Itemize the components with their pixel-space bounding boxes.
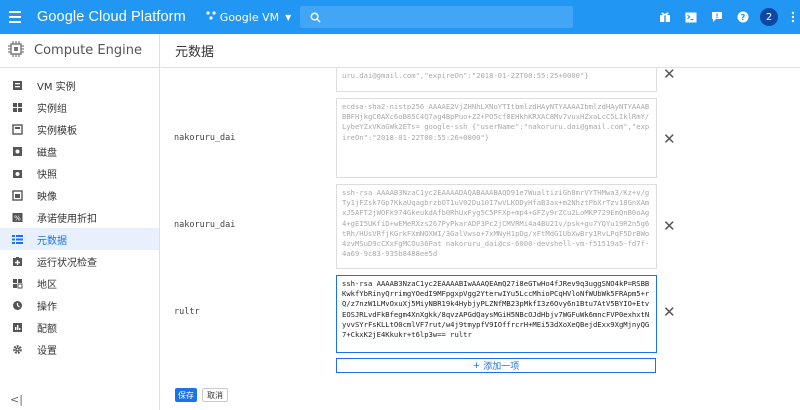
add-item-button[interactable]: + 添加一项 (336, 358, 656, 373)
sidebar-item-label: 映像 (37, 191, 57, 203)
sidebar-item-zones[interactable]: 地区 (0, 272, 159, 294)
project-selector[interactable]: Google VM ▼ (206, 11, 291, 24)
svg-text:?: ? (741, 13, 746, 22)
terminal-icon[interactable] (678, 0, 704, 34)
sidebar-item-label: 承诺使用折扣 (37, 213, 97, 225)
disk-icon (11, 145, 23, 157)
page-title: 元数据 (161, 34, 800, 68)
chevron-down-icon: ▼ (285, 12, 292, 22)
sidebar-item-vm-instances[interactable]: VM 实例 (0, 74, 159, 96)
search-icon (310, 8, 321, 27)
close-icon[interactable]: ✕ (663, 67, 676, 82)
sidebar-item-label: 实例组 (37, 103, 67, 115)
metadata-value-field[interactable]: ecdsa-sha2-nistp256 AAAAE2VjZHNhLXNoYTIt… (336, 98, 657, 178)
vm-instance-icon (11, 79, 23, 91)
sidebar-item-instance-groups[interactable]: 实例组 (0, 96, 159, 118)
sidebar-item-label: VM 实例 (37, 81, 76, 93)
snapshot-icon (11, 167, 23, 179)
collapse-sidebar-icon[interactable]: <| (10, 393, 23, 406)
quota-icon (11, 321, 23, 333)
sidebar-item-instance-templates[interactable]: 实例模板 (0, 118, 159, 140)
metadata-value-field[interactable]: ssh-rsa AAAAB3NzaC1yc2EAAAADAQABAAABAQD9… (336, 184, 657, 269)
sidebar-item-label: 设置 (37, 345, 57, 357)
image-icon (11, 189, 23, 201)
main-content: 元数据 uru.dai@gmail.com","expireOn":"2018-… (161, 34, 800, 410)
sidebar-item-label: 地区 (37, 279, 57, 291)
operations-icon (11, 299, 23, 311)
avatar[interactable]: 2 (760, 8, 778, 26)
sidebar-item-label: 元数据 (37, 235, 67, 247)
sidebar-item-operations[interactable]: 操作 (0, 294, 159, 316)
menu-icon[interactable] (0, 0, 30, 34)
compute-engine-icon (8, 40, 24, 61)
sidebar-item-health-checks[interactable]: 运行状况检查 (0, 250, 159, 272)
close-icon[interactable]: ✕ (663, 132, 676, 147)
percent-icon: % (11, 211, 23, 223)
alert-icon[interactable] (704, 0, 730, 34)
sidebar-item-label: 快照 (37, 169, 57, 181)
cancel-button[interactable]: 取消 (202, 388, 228, 402)
metadata-value-field[interactable]: uru.dai@gmail.com","expireOn":"2018-01-2… (336, 68, 657, 92)
project-dots-icon (206, 10, 216, 24)
settings-icon (11, 343, 23, 355)
plus-icon: + (472, 360, 481, 371)
metadata-key-label: nakoruru_dai (174, 220, 236, 230)
svg-text:%: % (14, 214, 21, 222)
search-input[interactable] (300, 6, 573, 28)
instance-template-icon (11, 123, 23, 135)
sidebar-item-label: 配额 (37, 323, 57, 335)
sidebar-item-snapshots[interactable]: 快照 (0, 162, 159, 184)
sidebar-item-label: 操作 (37, 301, 57, 313)
save-button[interactable]: 保存 (175, 388, 197, 402)
close-icon[interactable]: ✕ (663, 219, 676, 234)
sidebar-item-quotas[interactable]: 配额 (0, 316, 159, 338)
health-check-icon (11, 255, 23, 267)
project-name: Google VM (219, 10, 280, 24)
top-bar: Google Cloud Platform Google VM ▼ ? 2 (0, 0, 800, 34)
sidebar-item-committed-use[interactable]: % 承诺使用折扣 (0, 206, 159, 228)
sidebar-item-images[interactable]: 映像 (0, 184, 159, 206)
sidebar: Compute Engine VM 实例 实例组 实例模板 磁盘 快照 映像 % (0, 34, 160, 410)
sidebar-item-label: 磁盘 (37, 147, 57, 159)
metadata-key-label: nakoruru_dai (174, 133, 236, 143)
sidebar-item-disks[interactable]: 磁盘 (0, 140, 159, 162)
sidebar-item-metadata[interactable]: 元数据 (0, 228, 159, 250)
sidebar-item-settings[interactable]: 设置 (0, 338, 159, 360)
gift-icon[interactable] (652, 0, 678, 34)
sidebar-item-label: 实例模板 (37, 125, 77, 137)
add-item-label: 添加一项 (483, 362, 520, 372)
zone-icon (11, 277, 23, 289)
metadata-icon (11, 233, 23, 245)
sidebar-title: Compute Engine (34, 43, 142, 58)
sidebar-item-label: 运行状况检查 (37, 257, 97, 269)
metadata-value-input[interactable]: ssh-rsa AAAAB3NzaC1yc2EAAAABIwAAAQEAmQ27… (336, 275, 657, 353)
close-icon[interactable]: ✕ (663, 305, 676, 320)
help-icon[interactable]: ? (730, 0, 756, 34)
more-vert-icon[interactable] (786, 0, 800, 34)
sidebar-header: Compute Engine (0, 34, 159, 68)
metadata-key-label: rultr (174, 307, 200, 317)
brand-title[interactable]: Google Cloud Platform (37, 9, 186, 25)
instance-group-icon (11, 101, 23, 113)
